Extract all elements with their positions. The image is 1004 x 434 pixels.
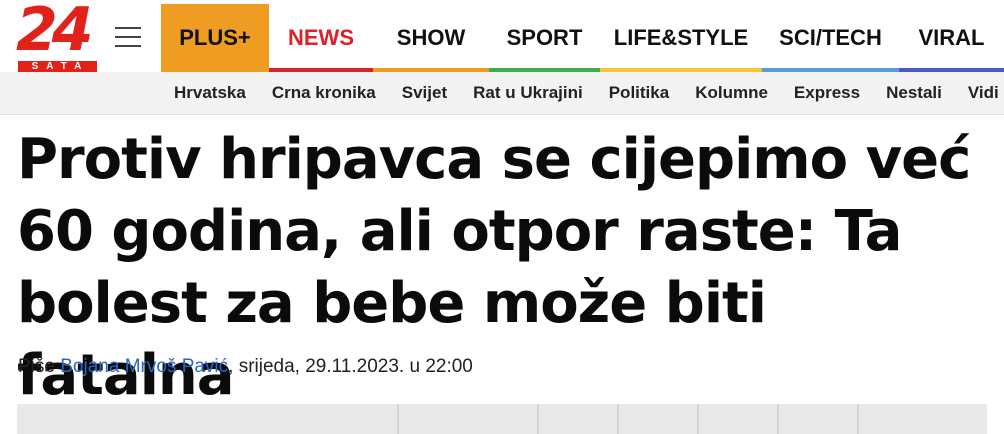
section-subnav: Hrvatska Crna kronika Svijet Rat u Ukraj… <box>174 72 1004 114</box>
site-logo[interactable]: 24 SATA <box>16 0 97 73</box>
nav-item-plus[interactable]: PLUS+ <box>161 4 269 72</box>
nav-item-label: NEWS <box>288 25 354 50</box>
subnav-item-express[interactable]: Express <box>794 72 860 114</box>
subnav-item-politika[interactable]: Politika <box>609 72 669 114</box>
nav-item-viral[interactable]: VIRAL <box>899 4 1004 72</box>
subnav-item-svijet[interactable]: Svijet <box>402 72 447 114</box>
subnav-item-hrvatska[interactable]: Hrvatska <box>174 72 246 114</box>
section-subnav-bar: Hrvatska Crna kronika Svijet Rat u Ukraj… <box>0 72 1004 115</box>
byline-prefix: Piše <box>18 356 55 377</box>
subnav-item-rat-u-ukrajini[interactable]: Rat u Ukrajini <box>473 72 583 114</box>
subnav-item-vidi[interactable]: Vidi <box>968 72 999 114</box>
nav-item-label: LIFE&STYLE <box>613 25 749 50</box>
site-header: 24 SATA PLUS+ NEWS SHOW SPORT LIFE&STYLE… <box>0 0 1004 73</box>
nav-item-label: SCI/TECH <box>779 25 882 50</box>
hamburger-menu-icon[interactable] <box>115 27 141 47</box>
article-byline: Piše Bojana Mrvoš Pavić, srijeda, 29.11.… <box>18 356 473 378</box>
publish-date: , srijeda, 29.11.2023. u 22:00 <box>228 356 473 377</box>
nav-item-sport[interactable]: SPORT <box>489 4 600 72</box>
nav-item-label: SHOW <box>396 25 466 50</box>
article-hero-image <box>17 404 987 434</box>
nav-item-label: SPORT <box>506 25 583 50</box>
nav-item-lifestyle[interactable]: LIFE&STYLE <box>600 4 762 72</box>
subnav-item-nestali[interactable]: Nestali <box>886 72 942 114</box>
logo-number: 24 <box>16 0 93 65</box>
nav-item-scitech[interactable]: SCI/TECH <box>762 4 899 72</box>
nav-item-label: PLUS+ <box>179 25 251 50</box>
nav-item-news[interactable]: NEWS <box>269 4 373 72</box>
nav-item-label: VIRAL <box>918 25 985 50</box>
subnav-item-kolumne[interactable]: Kolumne <box>695 72 768 114</box>
nav-item-show[interactable]: SHOW <box>373 4 489 72</box>
author-link[interactable]: Bojana Mrvoš Pavić <box>60 356 228 377</box>
subnav-item-crna-kronika[interactable]: Crna kronika <box>272 72 376 114</box>
main-nav: PLUS+ NEWS SHOW SPORT LIFE&STYLE SCI/TEC… <box>161 4 1004 72</box>
